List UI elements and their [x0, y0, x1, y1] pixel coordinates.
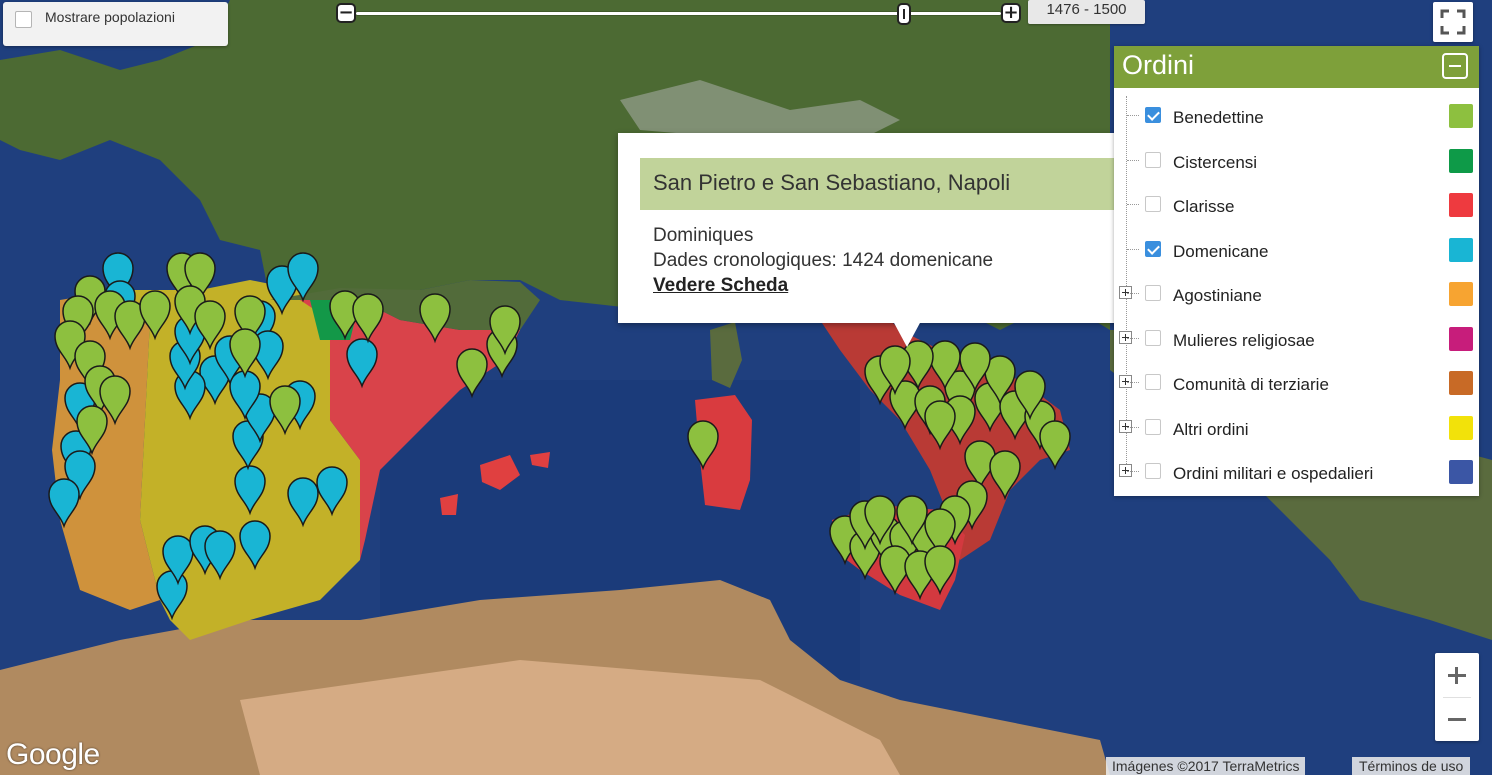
fullscreen-button[interactable] [1433, 2, 1473, 42]
order-color-swatch [1449, 193, 1473, 217]
tree-branch [1127, 337, 1139, 339]
minus-square-icon[interactable] [1442, 53, 1468, 79]
tree-branch [1127, 382, 1139, 383]
orders-panel: Ordini Benedettine Cistercensi Clarisse Dom… [1114, 46, 1479, 496]
order-checkbox[interactable] [1145, 374, 1161, 390]
order-color-swatch [1449, 148, 1473, 173]
order-color-swatch [1449, 326, 1473, 351]
order-label: Ordini militari e ospedalieri [1173, 464, 1374, 483]
popup-tail [893, 321, 921, 347]
zoom-control [1435, 653, 1479, 741]
zoom-out-button[interactable] [1435, 697, 1479, 741]
show-populations-checkbox[interactable] [15, 11, 32, 28]
info-popup: San Pietro e San Sebastiano, Napoli Domi… [618, 133, 1200, 347]
order-color-swatch [1449, 371, 1473, 395]
slider-minus-button[interactable]: − [336, 3, 356, 23]
order-label: Benedettine [1173, 108, 1264, 127]
google-logo: Google [6, 738, 100, 771]
order-row[interactable]: Ordini militari e ospedalieri [1114, 449, 1479, 493]
time-slider[interactable]: − + [336, 2, 1021, 26]
order-row[interactable]: Altri ordini [1114, 405, 1479, 449]
tree-branch [1127, 471, 1139, 472]
order-checkbox[interactable] [1145, 151, 1161, 168]
view-record-link[interactable]: Vedere Scheda [653, 275, 788, 297]
order-label: Mulieres religiosae [1173, 330, 1315, 350]
tree-branch [1127, 115, 1139, 116]
order-color-swatch [1449, 460, 1473, 484]
orders-panel-header: Ordini [1114, 46, 1479, 88]
tree-branch [1127, 248, 1139, 250]
slider-plus-button[interactable]: + [1001, 3, 1021, 23]
tree-branch [1127, 204, 1139, 205]
orders-panel-title: Ordini [1122, 50, 1195, 80]
order-color-swatch [1449, 415, 1473, 440]
order-color-swatch [1449, 282, 1473, 306]
order-checkbox[interactable] [1145, 329, 1161, 346]
time-range-label: 1476 - 1500 [1028, 0, 1145, 24]
slider-handle[interactable] [897, 3, 912, 25]
order-row[interactable]: Benedettine [1114, 93, 1479, 137]
order-checkbox[interactable] [1145, 196, 1161, 212]
order-label: Agostiniane [1173, 286, 1262, 305]
order-checkbox[interactable] [1145, 107, 1161, 123]
order-checkbox[interactable] [1145, 240, 1161, 257]
terms-link[interactable]: Términos de uso [1352, 757, 1471, 775]
order-label: Altri ordini [1173, 419, 1249, 439]
order-label: Domenicane [1173, 241, 1269, 261]
show-populations-label: Mostrare popolazioni [45, 9, 175, 25]
order-checkbox[interactable] [1145, 463, 1161, 479]
order-checkbox[interactable] [1145, 418, 1161, 435]
show-populations-control[interactable]: Mostrare popolazioni [3, 2, 228, 46]
order-checkbox[interactable] [1145, 285, 1161, 301]
order-row[interactable]: Agostiniane [1114, 271, 1479, 315]
order-row[interactable]: Domenicane [1114, 227, 1479, 271]
map-attribution: Imágenes ©2017 TerraMetrics [1106, 757, 1306, 775]
order-label: Comunità di terziarie [1173, 375, 1329, 394]
order-row[interactable]: Comunità di terziarie [1114, 360, 1479, 404]
tree-branch [1127, 159, 1139, 161]
order-row[interactable]: Cistercensi [1114, 138, 1479, 182]
order-label: Cistercensi [1173, 152, 1258, 172]
popup-order: Dominiques [653, 225, 754, 246]
order-color-swatch [1449, 104, 1473, 128]
fullscreen-icon [1440, 9, 1466, 35]
order-row[interactable]: Mulieres religiosae [1114, 316, 1479, 360]
order-label: Clarisse [1173, 197, 1235, 216]
popup-header: San Pietro e San Sebastiano, Napoli [640, 158, 1118, 210]
zoom-in-button[interactable] [1435, 653, 1479, 697]
popup-title: San Pietro e San Sebastiano, Napoli [653, 170, 1011, 195]
tree-branch [1127, 293, 1139, 294]
order-row[interactable]: Clarisse [1114, 182, 1479, 226]
order-color-swatch [1449, 237, 1473, 262]
tree-branch [1127, 426, 1139, 428]
popup-chronology: Dades cronologiques: 1424 domenicane [653, 250, 994, 271]
